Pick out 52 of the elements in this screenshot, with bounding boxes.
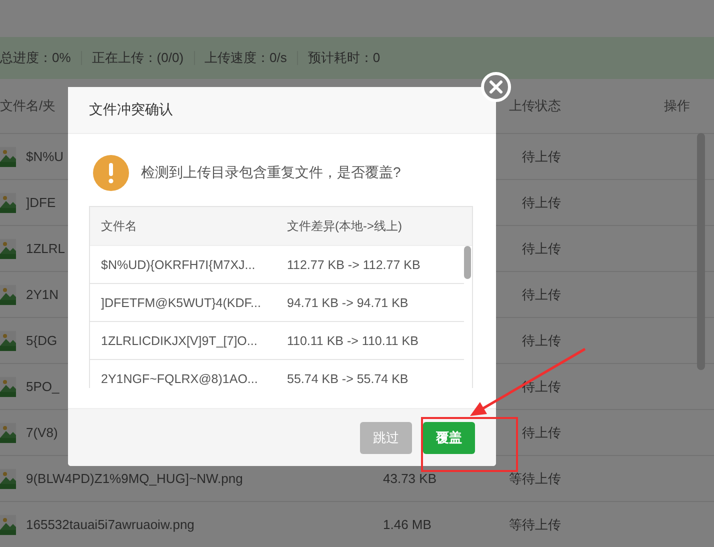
size-difference: 112.77 KB -> 112.77 KB — [287, 258, 422, 272]
warning-icon — [93, 155, 129, 191]
overwrite-button[interactable]: 覆盖 — [423, 422, 475, 454]
scrollbar-thumb[interactable] — [464, 246, 471, 279]
upload-stat: 上传速度：0/s — [194, 51, 297, 65]
scrollbar[interactable] — [697, 133, 705, 370]
upload-status: 待上传 — [522, 194, 561, 210]
file-name: 165532tauai5i7awruaoiw.png — [26, 517, 194, 532]
file-name: $N%UD){OKRFH7I{M7XJ... — [100, 258, 256, 272]
upload-status: 待上传 — [522, 286, 561, 302]
upload-status: 待上传 — [522, 240, 561, 256]
file-name: 7(V8) — [26, 425, 58, 440]
dialog-message: 检测到上传目录包含重复文件，是否覆盖? — [141, 164, 401, 182]
column-header: 文件差异(本地->线上) — [287, 218, 403, 234]
upload-stat: 预计耗时：0 — [296, 51, 390, 65]
file-name: 1ZLRLICDIKJX[V]9T_[7]O... — [100, 334, 258, 348]
column-header: 文件名 — [100, 218, 138, 234]
image-file-icon — [0, 238, 16, 258]
file-size: 43.73 KB — [383, 471, 436, 486]
column-header: 操作 — [663, 97, 691, 115]
upload-stat: 正在上传：(0/0) — [80, 51, 194, 65]
upload-status: 待上传 — [522, 332, 561, 348]
image-file-icon — [0, 284, 16, 304]
column-header: 上传状态 — [508, 97, 561, 115]
column-header: 文件名/夹 — [0, 98, 56, 113]
image-file-icon — [0, 192, 16, 212]
file-name: 2Y1N — [26, 287, 59, 302]
image-file-icon — [0, 146, 16, 166]
image-file-icon — [0, 422, 16, 442]
upload-stat: 总进度：0% — [0, 51, 72, 65]
dialog-title: 文件冲突确认 — [89, 101, 173, 119]
upload-status: 等待上传 — [509, 516, 561, 532]
close-button[interactable] — [481, 72, 511, 102]
file-name: 5PO_ — [26, 379, 60, 394]
image-file-icon — [0, 468, 16, 488]
size-difference: 94.71 KB -> 94.71 KB — [287, 296, 410, 310]
image-file-icon — [0, 330, 16, 350]
upload-status: 待上传 — [522, 424, 561, 440]
file-name: 2Y1NGF~FQLRX@8)1AO... — [100, 372, 259, 386]
image-file-icon — [0, 376, 16, 396]
size-difference: 110.11 KB -> 110.11 KB — [287, 334, 420, 348]
file-name: ]DFE — [26, 195, 56, 210]
upload-status: 等待上传 — [509, 470, 561, 486]
file-name: 9(BLW4PD)Z1%9MQ_HUG]~NW.png — [26, 471, 243, 486]
file-size: 1.46 MB — [383, 517, 432, 532]
file-name: $N%U — [26, 149, 64, 164]
size-difference: 55.74 KB -> 55.74 KB — [287, 372, 410, 386]
image-file-icon — [0, 514, 16, 534]
upload-status: 待上传 — [522, 148, 561, 164]
file-name: 5{DG — [26, 333, 58, 348]
file-name: ]DFETFM@K5WUT}4(KDF... — [100, 296, 262, 310]
file-name: 1ZLRL — [26, 241, 66, 256]
